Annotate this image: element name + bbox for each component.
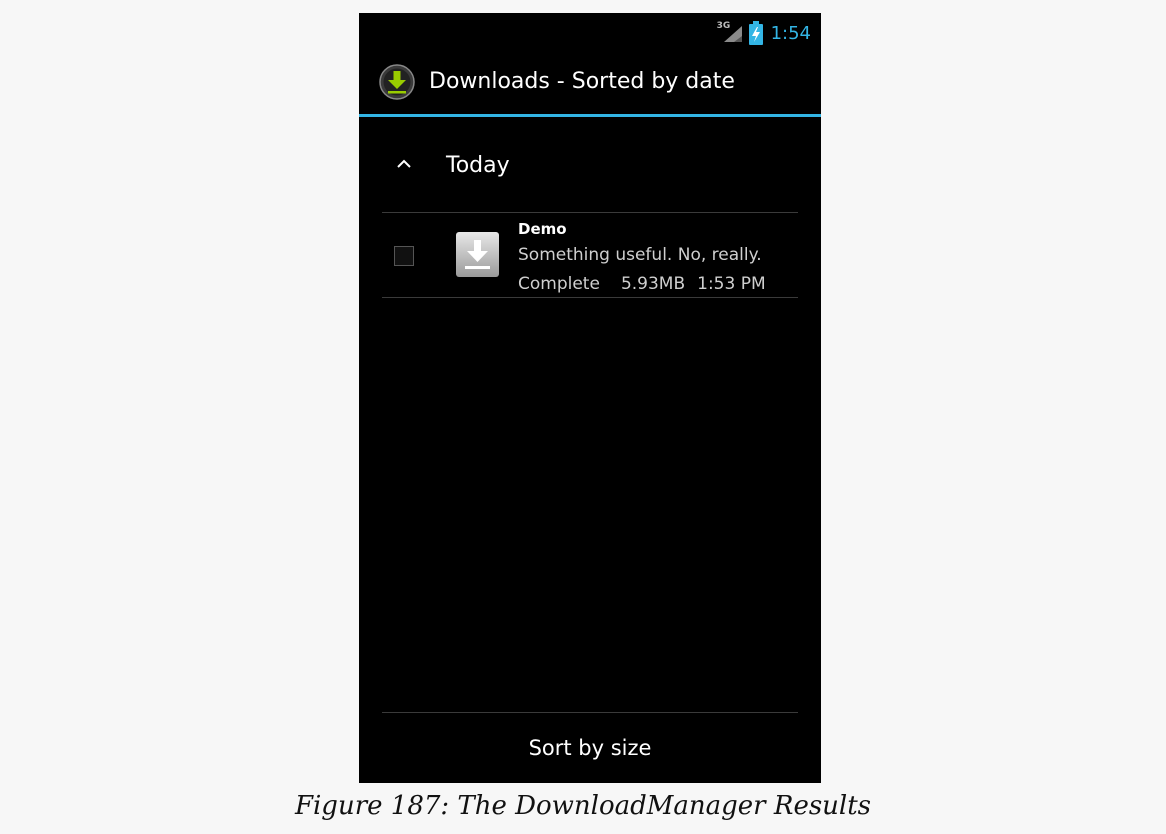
page-title: Downloads - Sorted by date (429, 69, 735, 94)
download-title: Demo (518, 220, 567, 238)
status-clock: 1:54 (770, 22, 811, 44)
select-checkbox[interactable] (394, 246, 414, 266)
download-time: 1:53 PM (697, 274, 766, 294)
divider (382, 297, 798, 298)
figure-caption: Figure 187: The DownloadManager Results (294, 791, 872, 821)
download-meta: Complete 5.93MB 1:53 PM (518, 274, 766, 294)
status-icons: 3G 1:54 (717, 20, 811, 46)
download-status: Complete (518, 274, 600, 294)
phone-screen: 3G 1:54 Downloads - Sorted by date Today… (359, 13, 821, 783)
download-file-icon (455, 231, 500, 278)
status-bar: 3G 1:54 (359, 13, 821, 51)
sort-by-size-button[interactable]: Sort by size (382, 713, 798, 783)
download-size: 5.93MB (620, 274, 686, 294)
group-header-today[interactable]: Today (382, 141, 798, 191)
download-list-item[interactable]: Demo Something useful. No, really. Compl… (382, 213, 798, 297)
battery-charging-icon (748, 21, 763, 45)
cell-signal-icon: 3G (717, 21, 743, 45)
chevron-up-icon (397, 159, 411, 168)
download-app-icon[interactable] (379, 64, 415, 100)
download-description: Something useful. No, really. (518, 245, 762, 265)
group-title: Today (446, 153, 510, 178)
action-bar: Downloads - Sorted by date (359, 51, 821, 117)
